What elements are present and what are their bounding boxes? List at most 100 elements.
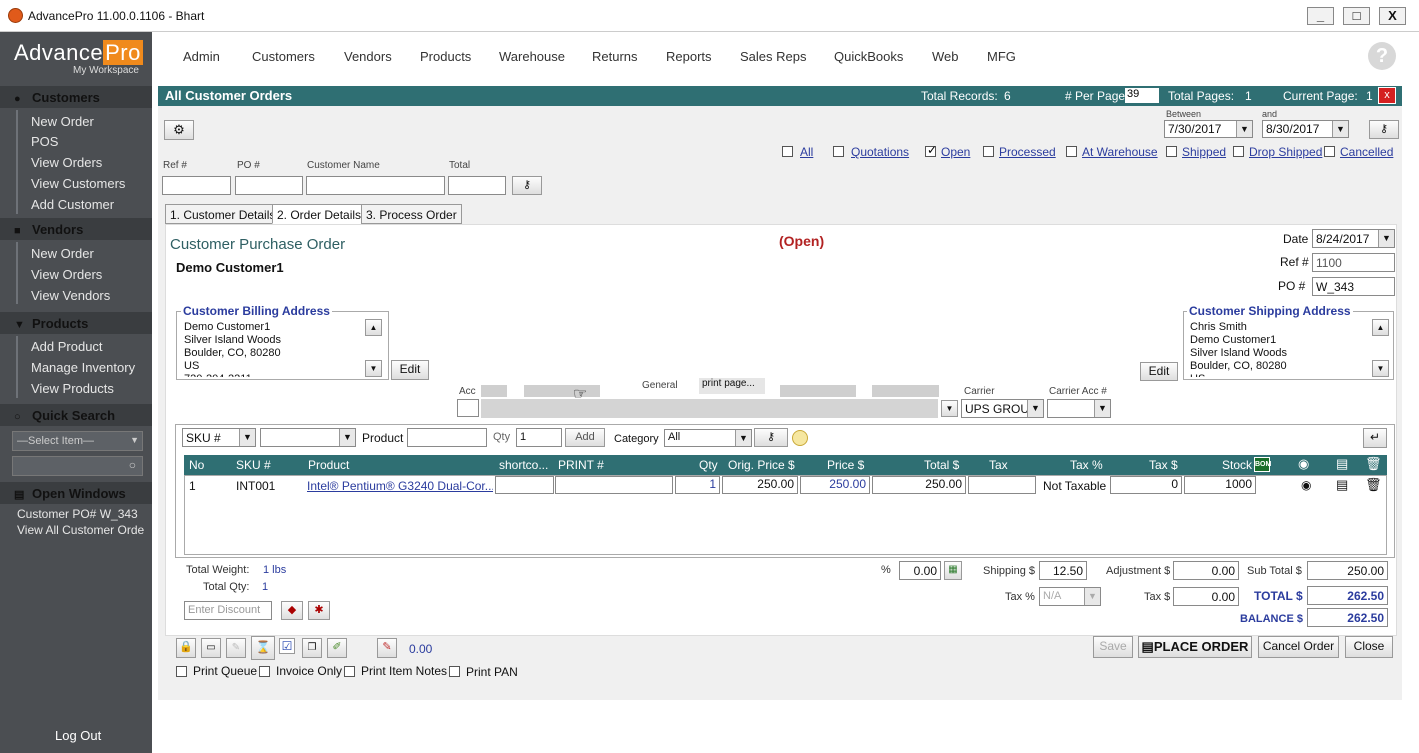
nav-admin[interactable]: Admin (183, 49, 220, 64)
view-eye-icon[interactable]: ◉ (1301, 478, 1311, 492)
discount-remove-icon[interactable]: ✱ (308, 601, 330, 620)
carrier-select[interactable]: UPS GROUI ▼ (961, 399, 1044, 418)
restore-button[interactable]: □ (1343, 7, 1370, 25)
add-item-button[interactable]: Add (565, 428, 605, 447)
nav-mfg[interactable]: MFG (987, 49, 1016, 64)
sku-type-select[interactable]: SKU # ▼ (182, 428, 256, 447)
enter-return-icon[interactable]: ↵ (1363, 428, 1387, 448)
lock-icon[interactable]: 🔒 (176, 638, 196, 658)
order-date-select[interactable]: 8/24/2017 ▼ (1312, 229, 1395, 248)
sidebar-item-add-customer[interactable]: Add Customer (31, 197, 114, 212)
adjustment-input[interactable]: 0.00 (1173, 561, 1239, 580)
customer-name-search-input[interactable] (306, 176, 445, 195)
filter-at-warehouse[interactable]: At Warehouse (1082, 145, 1158, 159)
filter-processed-checkbox[interactable] (983, 146, 994, 157)
tax-pct-select[interactable]: N/A ▼ (1039, 587, 1101, 606)
save-button[interactable]: Save (1093, 636, 1133, 658)
help-icon[interactable]: ? (1368, 42, 1396, 70)
col-qty[interactable]: Qty (699, 458, 718, 472)
nav-returns[interactable]: Returns (592, 49, 638, 64)
col-stock[interactable]: Stock (1222, 458, 1252, 472)
price-cell[interactable]: 250.00 (800, 476, 870, 494)
close-tab-button[interactable]: x (1378, 87, 1396, 104)
col-no[interactable]: No (189, 458, 204, 472)
sidebar-header-customers[interactable]: ● Customers (0, 86, 152, 108)
close-button[interactable]: Close (1345, 636, 1393, 658)
billing-edit-button[interactable]: Edit (391, 360, 429, 380)
close-window-button[interactable]: X (1379, 7, 1406, 25)
carrier-acc-select[interactable]: ▼ (1047, 399, 1111, 418)
nav-vendors[interactable]: Vendors (344, 49, 392, 64)
notes-icon[interactable]: ▤ (1336, 477, 1348, 493)
print-pan-checkbox[interactable] (449, 666, 460, 677)
tab-order-details[interactable]: 2. Order Details (272, 204, 367, 224)
invoice-only-checkbox[interactable] (259, 666, 270, 677)
col-delete-trash-icon[interactable]: 🗑 (1365, 456, 1382, 472)
search-key-icon[interactable]: ⚷ (512, 176, 542, 195)
table-row[interactable]: 1 INT001 Intel® Pentium® G3240 Dual-Cor.… (184, 476, 1387, 495)
billing-scroll-down[interactable]: ▼ (365, 360, 382, 377)
shipping-method-dropdown[interactable]: ▼ (941, 400, 958, 417)
col-shortcode[interactable]: shortco... (499, 458, 548, 472)
sidebar-header-vendors[interactable]: ■ Vendors (0, 218, 152, 240)
col-sku[interactable]: SKU # (236, 458, 271, 472)
date-from-select[interactable]: 7/30/2017 ▼ (1164, 120, 1253, 138)
quick-search-input[interactable]: ○ (12, 456, 143, 476)
shortcode-cell[interactable] (495, 476, 554, 494)
nav-reports[interactable]: Reports (666, 49, 712, 64)
quick-search-select[interactable]: —Select Item— ▼ (12, 431, 143, 451)
sidebar-item-view-orders[interactable]: View Orders (31, 155, 102, 170)
sku-select[interactable]: ▼ (260, 428, 356, 447)
category-search-key-icon[interactable]: ⚷ (754, 428, 788, 447)
sidebar-item-view-vendors[interactable]: View Vendors (31, 288, 110, 303)
date-search-key-icon[interactable]: ⚷ (1369, 120, 1399, 139)
tax-cell[interactable] (968, 476, 1036, 494)
filter-quotations[interactable]: Quotations (851, 145, 909, 159)
tax-input[interactable]: 0.00 (1173, 587, 1239, 606)
tab-process-order[interactable]: 3. Process Order (361, 204, 462, 224)
sidebar-header-products[interactable]: ▼ Products (0, 312, 152, 334)
nav-customers[interactable]: Customers (252, 49, 315, 64)
po-search-input[interactable] (235, 176, 303, 195)
hourglass-icon[interactable]: ⌛ (251, 636, 275, 660)
ref-search-input[interactable] (162, 176, 231, 195)
product-input[interactable] (407, 428, 487, 447)
filter-shipped-checkbox[interactable] (1166, 146, 1177, 157)
open-window-item[interactable]: Customer PO# W_343 (17, 507, 138, 521)
total-search-input[interactable] (448, 176, 506, 195)
sidebar-item-manage-inventory[interactable]: Manage Inventory (31, 360, 135, 375)
place-order-button[interactable]: ▤PLACE ORDER (1138, 636, 1252, 658)
category-select[interactable]: All ▼ (664, 429, 752, 447)
sidebar-item-view-products[interactable]: View Products (31, 381, 114, 396)
col-notes-icon[interactable]: ▤ (1336, 456, 1348, 472)
col-bom-icon[interactable]: BOM (1254, 457, 1271, 472)
col-print[interactable]: PRINT # (558, 458, 604, 472)
filter-processed[interactable]: Processed (999, 145, 1056, 159)
filter-cancelled[interactable]: Cancelled (1340, 145, 1393, 159)
cancel-order-button[interactable]: Cancel Order (1258, 636, 1339, 658)
col-total[interactable]: Total $ (924, 458, 959, 472)
payment-icon[interactable]: ✎ (377, 638, 397, 658)
discount-pct-input[interactable]: 0.00 (899, 561, 941, 580)
printer-icon[interactable]: ▭ (201, 638, 221, 658)
shipping-input[interactable]: 12.50 (1039, 561, 1087, 580)
per-page-input[interactable]: 39 (1125, 88, 1159, 103)
shipping-scroll-down[interactable]: ▼ (1372, 360, 1389, 377)
filter-drop-shipped[interactable]: Drop Shipped (1249, 145, 1322, 159)
qty-cell[interactable]: 1 (675, 476, 720, 494)
pen-icon[interactable]: ✎ (226, 638, 246, 658)
sidebar-item-view-customers[interactable]: View Customers (31, 176, 125, 191)
print-cell[interactable] (555, 476, 673, 494)
money-icon[interactable]: ✐ (327, 638, 347, 658)
filter-cancelled-checkbox[interactable] (1324, 146, 1335, 157)
col-tax-pct[interactable]: Tax % (1070, 458, 1103, 472)
billing-scroll-up[interactable]: ▲ (365, 319, 382, 336)
sidebar-item-vendor-view-orders[interactable]: View Orders (31, 267, 102, 282)
col-price[interactable]: Price $ (827, 458, 864, 472)
sidebar-item-new-order[interactable]: New Order (31, 114, 94, 129)
nav-products[interactable]: Products (420, 49, 471, 64)
print-queue-checkbox[interactable] (176, 666, 187, 677)
open-window-item[interactable]: View All Customer Orde (17, 523, 150, 537)
nav-sales-reps[interactable]: Sales Reps (740, 49, 806, 64)
nav-web[interactable]: Web (932, 49, 959, 64)
